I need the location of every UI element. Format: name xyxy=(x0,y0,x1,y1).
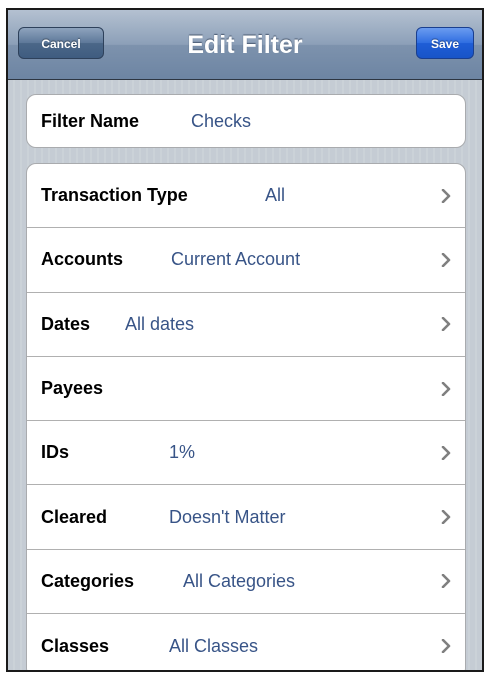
filter-name-value[interactable]: Checks xyxy=(191,95,251,147)
chevron-right-icon xyxy=(441,614,451,670)
cleared-value: Doesn't Matter xyxy=(169,506,286,527)
filter-name-group: Filter Name Checks xyxy=(26,94,466,148)
dates-row[interactable]: Dates All dates xyxy=(27,293,465,357)
chevron-right-icon xyxy=(441,485,451,548)
transaction-type-row[interactable]: Transaction Type All xyxy=(27,164,465,229)
navigation-bar: Cancel Edit Filter Save xyxy=(8,10,482,80)
cancel-button[interactable]: Cancel xyxy=(18,27,104,59)
chevron-right-icon xyxy=(441,293,451,356)
accounts-label: Accounts xyxy=(41,249,124,270)
categories-label: Categories xyxy=(41,570,135,591)
filter-name-row[interactable]: Filter Name Checks xyxy=(27,95,465,147)
ids-row[interactable]: IDs 1% xyxy=(27,421,465,486)
categories-row[interactable]: Categories All Categories xyxy=(27,550,465,615)
chevron-right-icon xyxy=(441,164,451,227)
chevron-right-icon xyxy=(441,421,451,484)
dates-value: All dates xyxy=(125,313,195,334)
chevron-right-icon xyxy=(441,228,451,291)
filter-name-label: Filter Name xyxy=(41,110,140,131)
classes-row[interactable]: Classes All Classes xyxy=(27,614,465,670)
classes-value: All Classes xyxy=(169,635,259,656)
cleared-row[interactable]: Cleared Doesn't Matter xyxy=(27,485,465,550)
payees-label: Payees xyxy=(41,378,104,399)
dates-label: Dates xyxy=(41,313,91,334)
accounts-row[interactable]: Accounts Current Account xyxy=(27,228,465,293)
save-button[interactable]: Save xyxy=(416,27,474,59)
accounts-value: Current Account xyxy=(171,249,301,270)
ids-value: 1% xyxy=(169,442,196,463)
categories-value: All Categories xyxy=(183,570,296,591)
transaction-type-label: Transaction Type xyxy=(41,185,188,206)
payees-row[interactable]: Payees xyxy=(27,357,465,422)
filter-settings-group: Transaction Type All Accounts Current Ac… xyxy=(26,163,466,670)
iphone-screen: Cancel Edit Filter Save Filter Name Chec… xyxy=(6,8,484,672)
chevron-right-icon xyxy=(441,550,451,613)
chevron-right-icon xyxy=(441,357,451,420)
classes-label: Classes xyxy=(41,635,110,656)
ids-label: IDs xyxy=(41,442,70,463)
cleared-label: Cleared xyxy=(41,506,108,527)
transaction-type-value: All xyxy=(265,185,286,206)
